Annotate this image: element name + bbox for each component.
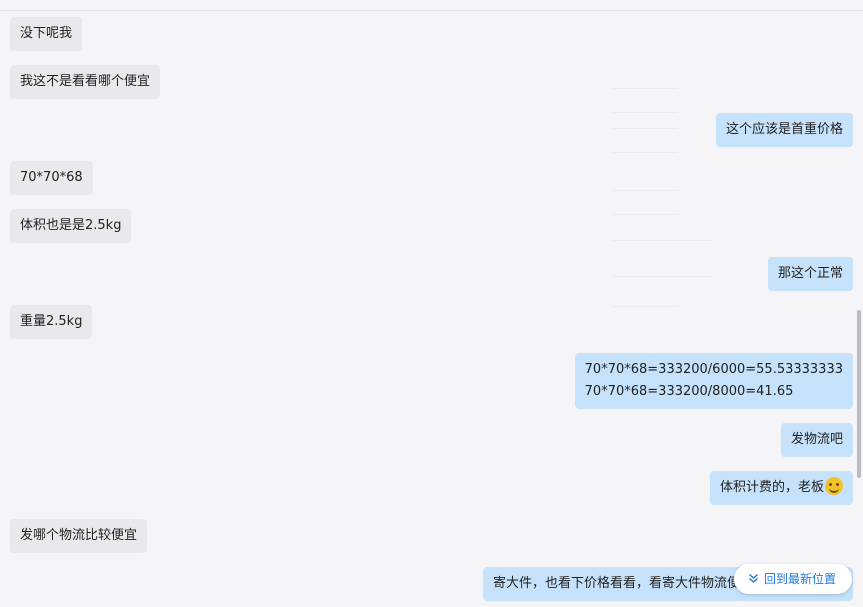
jump-to-latest-button[interactable]: 回到最新位置 (734, 564, 852, 594)
top-divider (0, 10, 863, 11)
message-text-line: 70*70*68=333200/6000=55.53333333 (584, 362, 843, 377)
message-text: 发哪个物流比较便宜 (20, 528, 138, 543)
message-outgoing[interactable]: 体积计费的，老板 (709, 471, 853, 505)
laughing-emoji-icon (825, 477, 843, 495)
message-text: 我这不是看看哪个便宜 (20, 74, 151, 89)
divider (612, 306, 678, 307)
divider (612, 240, 712, 241)
message-outgoing[interactable]: 这个应该是首重价格 (715, 113, 853, 147)
divider (612, 152, 678, 153)
message-incoming[interactable]: 没下呢我 (10, 17, 83, 51)
message-text: 70*70*68 (20, 170, 83, 185)
divider (612, 214, 678, 215)
message-incoming[interactable]: 我这不是看看哪个便宜 (10, 65, 161, 99)
message-text: 寄大件，也看下价格看看，看寄大件物流便 (493, 576, 741, 591)
message-incoming[interactable]: 发哪个物流比较便宜 (10, 519, 148, 553)
divider (612, 276, 712, 277)
divider (612, 190, 678, 191)
message-text: 这个应该是首重价格 (725, 122, 843, 137)
divider (612, 88, 678, 89)
message-outgoing[interactable]: 发物流吧 (780, 423, 853, 457)
message-text: 没下呢我 (20, 26, 73, 41)
message-text: 那这个正常 (777, 266, 843, 281)
message-incoming[interactable]: 重量2.5kg (10, 305, 93, 339)
message-outgoing[interactable]: 70*70*68=333200/6000=55.53333333 70*70*6… (574, 353, 853, 409)
message-incoming[interactable]: 体积也是是2.5kg (10, 209, 132, 243)
message-text: 发物流吧 (790, 432, 843, 447)
double-chevron-down-icon (746, 565, 760, 595)
message-text-line: 70*70*68=333200/8000=41.65 (584, 384, 794, 399)
message-text: 体积也是是2.5kg (20, 218, 122, 233)
divider (612, 112, 678, 113)
message-text: 重量2.5kg (20, 314, 83, 329)
message-outgoing[interactable]: 那这个正常 (767, 257, 853, 291)
message-text: 体积计费的，老板 (719, 480, 824, 495)
jump-to-latest-label: 回到最新位置 (764, 572, 837, 586)
scrollbar-thumb[interactable] (857, 310, 861, 478)
message-incoming[interactable]: 70*70*68 (10, 161, 93, 195)
divider (612, 128, 678, 129)
